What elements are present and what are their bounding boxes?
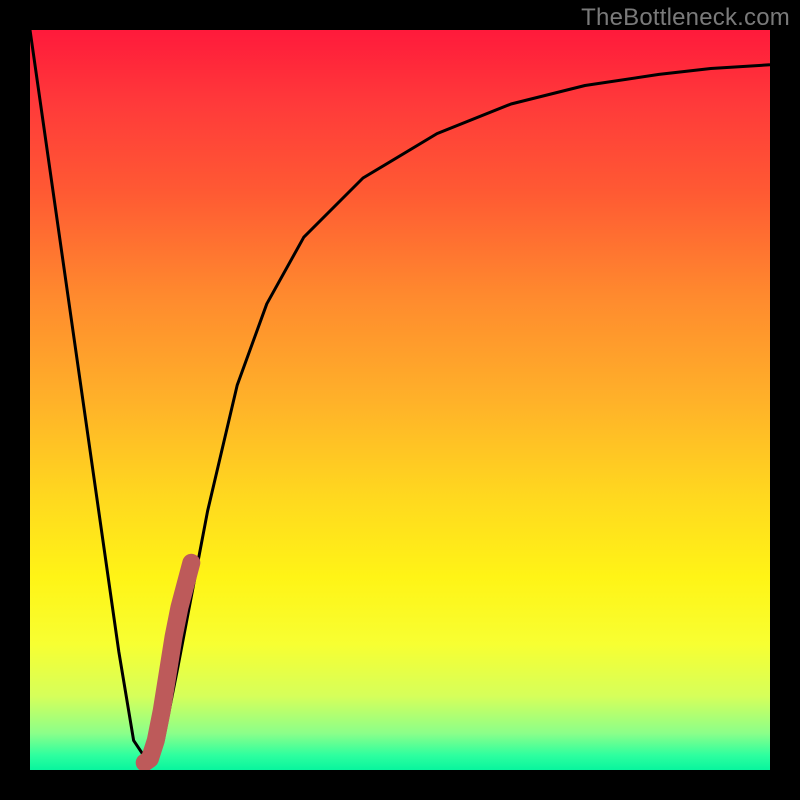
attribution-text: TheBottleneck.com (581, 4, 790, 32)
curve-layer (30, 30, 770, 770)
highlight-segment (145, 563, 192, 763)
chart-frame: TheBottleneck.com (0, 0, 800, 800)
bottleneck-curve (30, 30, 770, 763)
plot-area (30, 30, 770, 770)
